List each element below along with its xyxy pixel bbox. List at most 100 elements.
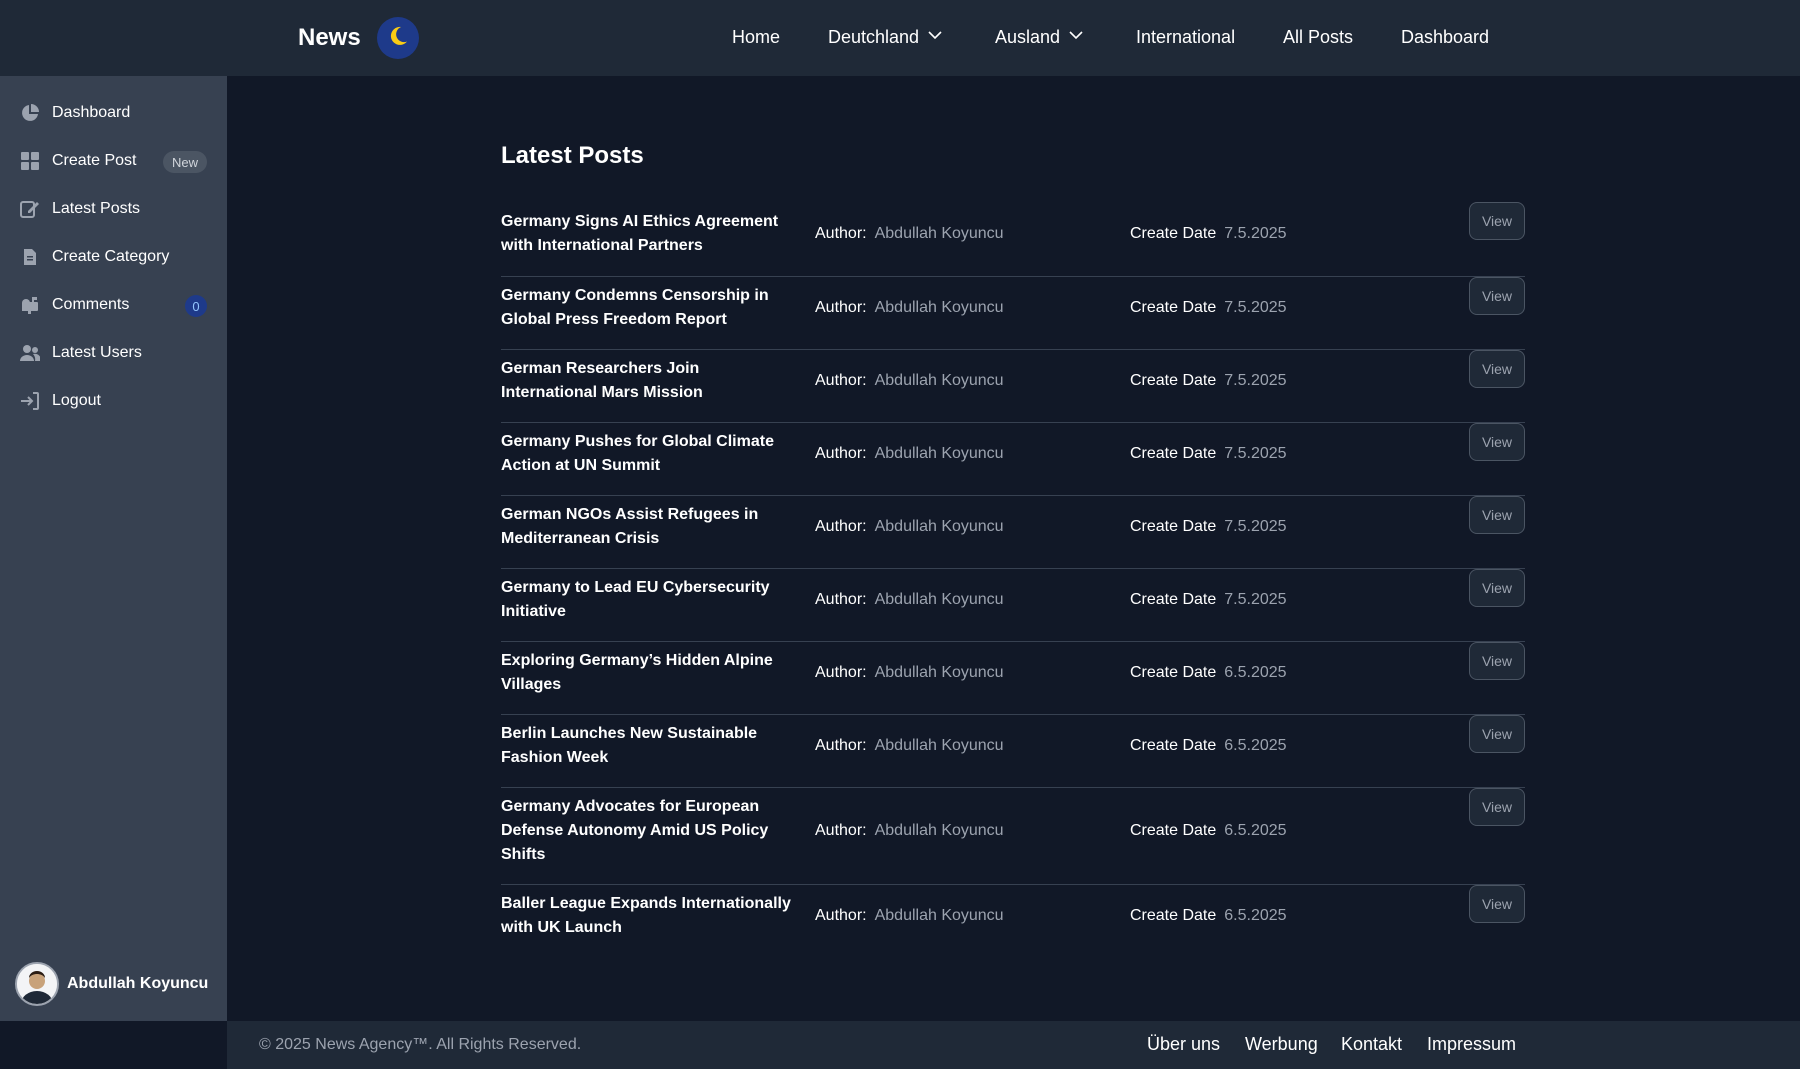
author-label: Author: [815,299,867,316]
sidebar-item-logout[interactable]: Logout [0,377,227,425]
date-label: Create Date [1130,822,1217,839]
author-name: Abdullah Koyuncu [874,591,1004,608]
nav-all-posts[interactable]: All Posts [1283,27,1353,48]
post-author: Author: Abdullah Koyuncu [815,664,1004,682]
author-name: Abdullah Koyuncu [874,822,1004,839]
post-title[interactable]: Germany Pushes for Global Climate Action… [501,430,796,478]
nav-international[interactable]: International [1136,27,1235,48]
grid-icon [20,151,40,171]
post-author: Author: Abdullah Koyuncu [815,822,1004,840]
post-author: Author: Abdullah Koyuncu [815,372,1004,390]
sidebar-item-latest-posts[interactable]: Latest Posts [0,185,227,233]
sidebar-item-create-post[interactable]: Create Post New [0,137,227,185]
view-button[interactable]: View [1469,885,1525,923]
post-row: Baller League Expands Internationally wi… [501,884,1525,957]
chevron-down-icon [1060,27,1084,48]
footer-link-kontakt[interactable]: Kontakt [1341,1034,1402,1055]
sidebar-user[interactable]: Abdullah Koyuncu [15,962,208,1006]
post-author: Author: Abdullah Koyuncu [815,225,1004,243]
view-button[interactable]: View [1469,496,1525,534]
pie-chart-icon [20,103,40,123]
post-date: Create Date 6.5.2025 [1130,822,1287,840]
nav-ausland-label: Ausland [995,27,1061,47]
post-title[interactable]: Germany to Lead EU Cybersecurity Initiat… [501,576,796,624]
date-value: 7.5.2025 [1224,225,1287,242]
sidebar-item-create-category[interactable]: Create Category [0,233,227,281]
author-name: Abdullah Koyuncu [874,907,1004,924]
nav-deutschland-dropdown[interactable]: Deutchland [828,27,943,48]
post-date: Create Date 7.5.2025 [1130,445,1287,463]
date-label: Create Date [1130,225,1217,242]
mailbox-icon [20,295,40,315]
author-label: Author: [815,664,867,681]
post-title[interactable]: Germany Advocates for European Defense A… [501,795,796,867]
post-row: Germany Advocates for European Defense A… [501,787,1525,884]
post-author: Author: Abdullah Koyuncu [815,907,1004,925]
view-button[interactable]: View [1469,642,1525,680]
theme-toggle-button[interactable] [376,17,419,59]
avatar [15,962,59,1006]
document-icon [20,247,40,267]
author-name: Abdullah Koyuncu [874,518,1004,535]
view-button[interactable]: View [1469,350,1525,388]
author-label: Author: [815,518,867,535]
footer-link-werbung[interactable]: Werbung [1245,1034,1318,1055]
logout-icon [20,391,40,411]
sidebar-item-latest-users[interactable]: Latest Users [0,329,227,377]
post-title[interactable]: German NGOs Assist Refugees in Mediterra… [501,503,796,551]
date-value: 6.5.2025 [1224,822,1287,839]
author-label: Author: [815,737,867,754]
date-value: 6.5.2025 [1224,664,1287,681]
post-date: Create Date 6.5.2025 [1130,737,1287,755]
date-label: Create Date [1130,299,1217,316]
author-name: Abdullah Koyuncu [874,737,1004,754]
view-button[interactable]: View [1469,277,1525,315]
post-author: Author: Abdullah Koyuncu [815,518,1004,536]
post-title[interactable]: Germany Signs AI Ethics Agreement with I… [501,210,796,258]
copyright-text: © 2025 News Agency™. All Rights Reserved… [259,1036,582,1053]
view-button[interactable]: View [1469,569,1525,607]
sidebar-item-label: Comments [52,296,130,313]
post-title[interactable]: Berlin Launches New Sustainable Fashion … [501,722,796,770]
date-value: 7.5.2025 [1224,372,1287,389]
sidebar-item-dashboard[interactable]: Dashboard [0,89,227,137]
post-title[interactable]: Baller League Expands Internationally wi… [501,892,796,940]
comments-count-badge: 0 [185,295,207,317]
post-date: Create Date 6.5.2025 [1130,664,1287,682]
user-name: Abdullah Koyuncu [67,975,209,992]
post-date: Create Date 7.5.2025 [1130,372,1287,390]
brand: News [298,0,419,76]
sidebar-item-label: Latest Posts [52,200,141,217]
nav-dashboard-label: Dashboard [1401,27,1490,47]
brand-logo-text[interactable]: News [298,24,361,52]
nav-all-posts-label: All Posts [1283,27,1354,47]
view-button[interactable]: View [1469,202,1525,240]
nav-international-label: International [1136,27,1236,47]
post-row: Germany Condemns Censorship in Global Pr… [501,276,1525,349]
sidebar-item-label: Dashboard [52,104,131,121]
nav-home[interactable]: Home [732,27,780,48]
post-date: Create Date 7.5.2025 [1130,299,1287,317]
author-label: Author: [815,445,867,462]
post-row: Exploring Germany’s Hidden Alpine Villag… [501,641,1525,714]
date-value: 6.5.2025 [1224,907,1287,924]
author-label: Author: [815,372,867,389]
post-date: Create Date 6.5.2025 [1130,907,1287,925]
nav-dashboard[interactable]: Dashboard [1401,27,1489,48]
view-button[interactable]: View [1469,715,1525,753]
author-name: Abdullah Koyuncu [874,445,1004,462]
post-row: German Researchers Join International Ma… [501,349,1525,422]
footer-link-ueber-uns[interactable]: Über uns [1147,1034,1220,1055]
new-badge: New [162,151,207,173]
post-title[interactable]: Germany Condemns Censorship in Global Pr… [501,284,796,332]
footer-link-impressum[interactable]: Impressum [1427,1034,1516,1055]
sidebar-item-comments[interactable]: Comments 0 [0,281,227,329]
view-button[interactable]: View [1469,423,1525,461]
nav-home-label: Home [732,27,781,47]
post-row: Germany Pushes for Global Climate Action… [501,422,1525,495]
post-title[interactable]: German Researchers Join International Ma… [501,357,796,405]
edit-icon [20,199,40,219]
view-button[interactable]: View [1469,788,1525,826]
post-title[interactable]: Exploring Germany’s Hidden Alpine Villag… [501,649,796,697]
nav-ausland-dropdown[interactable]: Ausland [995,27,1084,48]
